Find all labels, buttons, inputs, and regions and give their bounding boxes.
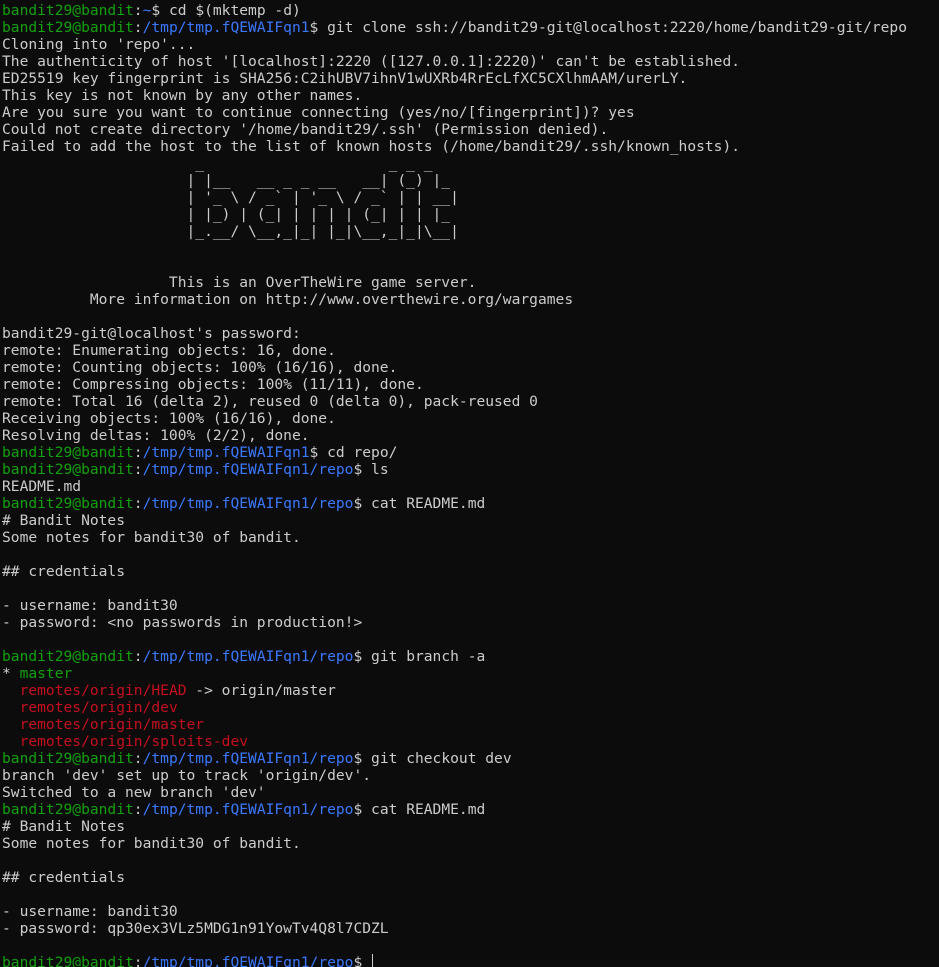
output-line: The authenticity of host '[localhost]:22… [2,53,741,70]
branch-line: * master [2,665,939,682]
command-text: cat README.md [371,801,486,818]
branch-name: remotes/origin/HEAD [19,682,187,699]
prompt-line: bandit29@bandit:/tmp/tmp.fQEWAIFqn1/repo… [2,750,512,767]
output-line: | |__ __ _ _ __ __| (_) |_ [2,172,451,189]
prompt-line: bandit29@bandit:/tmp/tmp.fQEWAIFqn1/repo… [2,495,486,512]
branch-line: remotes/origin/dev [2,699,939,716]
output-line: Receiving objects: 100% (16/16), done. [2,410,336,427]
prompt-line: bandit29@bandit:~$ cd $(mktemp -d) [2,2,301,19]
branch-line: remotes/origin/master [2,716,939,733]
output-line: Failed to add the host to the list of kn… [2,138,741,155]
prompt-line: bandit29@bandit:/tmp/tmp.fQEWAIFqn1$ cd … [2,444,398,461]
prompt-user: bandit29@bandit [2,801,134,818]
command-text: git checkout dev [371,750,512,767]
output-line: remote: Total 16 (delta 2), reused 0 (de… [2,393,538,410]
branch-line: remotes/origin/HEAD -> origin/master [2,682,939,699]
output-line: This key is not known by any other names… [2,87,363,104]
prompt-line: bandit29@bandit:/tmp/tmp.fQEWAIFqn1/repo… [2,648,486,665]
output-line: remote: Counting objects: 100% (16/16), … [2,359,398,376]
output-line: Cloning into 'repo'... [2,36,196,53]
prompt-path: /tmp/tmp.fQEWAIFqn1/repo [142,954,354,967]
prompt-user: bandit29@bandit [2,648,134,665]
command-text: cd $(mktemp -d) [168,2,301,19]
terminal-output[interactable]: bandit29@bandit:~$ cd $(mktemp -d) bandit… [0,0,939,967]
output-line: # Bandit Notes [2,818,126,835]
branch-marker [2,716,20,733]
prompt-user: bandit29@bandit [2,495,134,512]
output-line: ## credentials [2,869,126,886]
output-line: Some notes for bandit30 of bandit. [2,529,301,546]
output-line: Switched to a new branch 'dev' [2,784,266,801]
branch-suffix: -> origin/master [186,682,336,699]
output-line: |_.__/ \__,_|_| |_|\__,_|_|\__| [2,223,459,240]
command-text: ls [371,461,389,478]
branch-marker [2,699,20,716]
output-line: ED25519 key fingerprint is SHA256:C2ihUB… [2,70,688,87]
prompt-path: /tmp/tmp.fQEWAIFqn1/repo [142,495,354,512]
prompt-user: bandit29@bandit [2,954,134,967]
output-line: ## credentials [2,563,126,580]
output-line: bandit29-git@localhost's password: [2,325,301,342]
branch-marker: * [2,665,20,682]
prompt-path: /tmp/tmp.fQEWAIFqn1/repo [142,461,354,478]
prompt-user: bandit29@bandit [2,444,134,461]
branch-name: remotes/origin/dev [19,699,178,716]
prompt-user: bandit29@bandit [2,19,134,36]
prompt-user: bandit29@bandit [2,750,134,767]
output-line: Are you sure you want to continue connec… [2,104,635,121]
output-line: Could not create directory '/home/bandit… [2,121,609,138]
command-text: cat README.md [371,495,486,512]
prompt-path: /tmp/tmp.fQEWAIFqn1/repo [142,801,354,818]
output-line: More information on http://www.overthewi… [2,291,574,308]
command-text: cd repo/ [327,444,398,461]
prompt-line: bandit29@bandit:/tmp/tmp.fQEWAIFqn1$ git… [2,19,907,36]
prompt-line: bandit29@bandit:/tmp/tmp.fQEWAIFqn1/repo… [2,801,486,818]
output-line: | '_ \ / _` | '_ \ / _` | | __| [2,189,459,206]
output-line: branch 'dev' set up to track 'origin/dev… [2,767,372,784]
output-line: - password: qp30ex3VLz5MDG1n91YowTv4Q8l7… [2,920,389,937]
branch-marker [2,733,20,750]
output-line: # Bandit Notes [2,512,126,529]
branch-line: remotes/origin/sploits-dev [2,733,939,750]
prompt-line: bandit29@bandit:/tmp/tmp.fQEWAIFqn1/repo… [2,461,389,478]
output-line: Resolving deltas: 100% (2/2), done. [2,427,310,444]
prompt-path: /tmp/tmp.fQEWAIFqn1 [142,444,310,461]
output-line: Some notes for bandit30 of bandit. [2,835,301,852]
output-line: - username: bandit30 [2,903,178,920]
output-line: remote: Enumerating objects: 16, done. [2,342,336,359]
prompt-path: /tmp/tmp.fQEWAIFqn1/repo [142,750,354,767]
command-text: git clone ssh://bandit29-git@localhost:2… [327,19,907,36]
prompt-user: bandit29@bandit [2,461,134,478]
output-line: _ _ _ _ [2,155,433,172]
output-line: This is an OverTheWire game server. [2,274,477,291]
prompt-user: bandit29@bandit [2,2,134,19]
prompt-path: /tmp/tmp.fQEWAIFqn1 [142,19,310,36]
output-line: - username: bandit30 [2,597,178,614]
branch-marker [2,682,20,699]
command-text: git branch -a [371,648,486,665]
text-cursor [372,954,374,967]
output-line: remote: Compressing objects: 100% (11/11… [2,376,424,393]
output-line: | |_) | (_| | | | | (_| | | |_ [2,206,451,223]
prompt-path: /tmp/tmp.fQEWAIFqn1/repo [142,648,354,665]
branch-name: remotes/origin/sploits-dev [19,733,249,750]
branch-name: remotes/origin/master [19,716,205,733]
prompt-line: bandit29@bandit:/tmp/tmp.fQEWAIFqn1/repo… [2,954,939,967]
output-line: README.md [2,478,82,495]
branch-name: master [19,665,73,682]
output-line: - password: <no passwords in production!… [2,614,363,631]
